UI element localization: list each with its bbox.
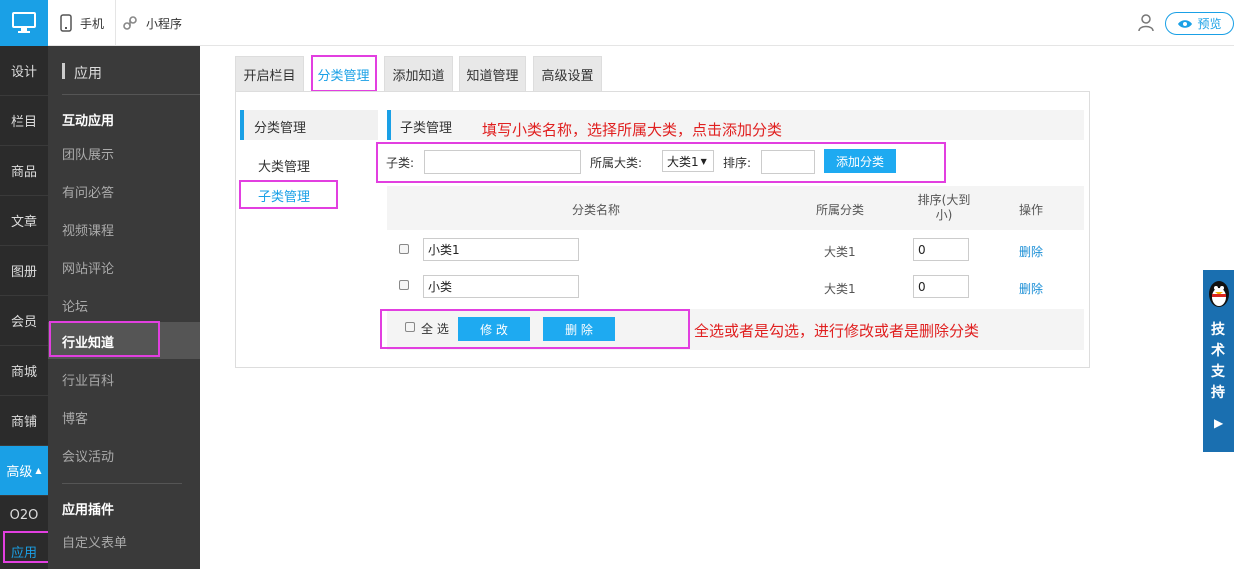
row-checkbox[interactable] [399,244,409,254]
sub-label: 子类: [386,156,415,170]
nav-shop[interactable]: 商铺 [0,396,48,446]
miniapp-label: 小程序 [146,16,183,31]
row-checkbox[interactable] [399,280,409,290]
section-title: 子类管理 [400,121,453,136]
col-name: 分类名称 [572,203,621,217]
secondary-nav: 应用 互动应用 团队展示 有问必答 视频课程 网站评论 论坛 行业知道 行业百科… [48,46,200,569]
col-action: 操作 [1019,203,1044,217]
divider [62,483,182,484]
arrow-right-icon: ▶ [1214,416,1224,430]
nav-design[interactable]: 设计 [0,46,48,96]
dropdown-arrow-icon: ▼ [700,156,707,166]
nav-column[interactable]: 栏目 [0,96,48,146]
caret-up-icon: ▲ [35,466,42,475]
sort-input[interactable] [761,150,815,174]
row-sort-input[interactable]: 0 [913,238,969,261]
tab-add-know[interactable]: 添加知道 [384,56,453,91]
row-sort-input[interactable]: 0 [913,275,969,298]
miniapp-tab[interactable]: 小程序 [116,0,196,46]
nav2-item[interactable]: 会议活动 [62,446,114,465]
top-bar: 手机 小程序 预览 [0,0,1234,46]
eye-icon [1178,19,1193,28]
nav-advanced[interactable]: 高级 ▲ [0,446,48,496]
phone-icon [60,14,72,32]
nav-mall[interactable]: 商城 [0,346,48,396]
highlight-tab [311,55,377,92]
nav2-item[interactable]: 博客 [62,408,88,427]
annotation-top: 填写小类名称，选择所属大类，点击添加分类 [482,121,783,139]
tab-open-column[interactable]: 开启栏目 [235,56,304,91]
mobile-label: 手机 [80,16,105,31]
side-menu-parent[interactable]: 大类管理 [258,156,310,175]
sort-label: 排序: [723,156,752,170]
table-header [387,186,1084,230]
add-category-button[interactable]: 添加分类 [824,149,896,173]
row-name-input[interactable]: 小类 [423,275,579,298]
nav-article[interactable]: 文章 [0,196,48,246]
row-parent: 大类1 [824,282,856,296]
divider [62,94,200,95]
secondary-nav-title: 应用 [74,66,102,82]
select-all-label: 全 选 [421,322,449,336]
nav2-item[interactable]: 网站评论 [62,258,114,277]
nav-goods[interactable]: 商品 [0,146,48,196]
col-parent: 所属分类 [816,203,865,217]
primary-nav: 设计 栏目 商品 文章 图册 会员 商城 商铺 高级 ▲ O2O 应用 [0,46,48,569]
side-menu-title: 分类管理 [254,121,307,136]
parent-select[interactable]: 大类1 ▼ [662,150,714,172]
group-interactive-apps: 互动应用 [62,114,115,129]
qq-penguin-icon [1209,281,1229,307]
row-parent: 大类1 [824,245,856,259]
nav-album[interactable]: 图册 [0,246,48,296]
modify-button[interactable]: 修 改 [458,317,530,341]
nav-o2o[interactable]: O2O [0,496,48,534]
parent-label: 所属大类: [590,156,643,170]
desktop-icon[interactable] [0,0,48,46]
nav2-item-custom-form[interactable]: 自定义表单 [62,532,127,551]
nav2-item[interactable]: 论坛 [62,296,88,315]
support-label: 技术支持 [1211,322,1225,401]
nav-member[interactable]: 会员 [0,296,48,346]
tab-advanced-settings[interactable]: 高级设置 [533,56,602,91]
preview-label: 预览 [1197,17,1222,31]
highlight-nav-app [3,531,51,563]
nav2-item[interactable]: 视频课程 [62,220,114,239]
highlight-industry-know [49,321,160,357]
preview-button[interactable]: 预览 [1165,12,1234,35]
row-name-input[interactable]: 小类1 [423,238,579,261]
row-delete-link[interactable]: 删除 [1019,243,1043,260]
tab-know-manage[interactable]: 知道管理 [459,56,526,91]
sub-name-input[interactable] [424,150,581,174]
group-app-plugins: 应用插件 [62,503,115,518]
col-sort: 排序(大到小) [917,193,971,222]
highlight-sub-manage [239,180,338,209]
delete-button[interactable]: 删 除 [543,317,615,341]
support-floater[interactable]: 技术支持 ▶ [1203,270,1234,452]
nav2-item[interactable]: 团队展示 [62,144,114,163]
title-bar-marker [62,63,65,79]
miniapp-icon [123,16,137,30]
annotation-bottom: 全选或者是勾选，进行修改或者是删除分类 [694,322,980,340]
nav2-item[interactable]: 有问必答 [62,182,114,201]
select-all-checkbox[interactable] [405,322,415,332]
user-icon[interactable] [1138,14,1154,32]
row-delete-link[interactable]: 删除 [1019,280,1043,297]
mobile-tab[interactable]: 手机 [48,0,116,46]
nav2-item[interactable]: 行业百科 [62,370,114,389]
